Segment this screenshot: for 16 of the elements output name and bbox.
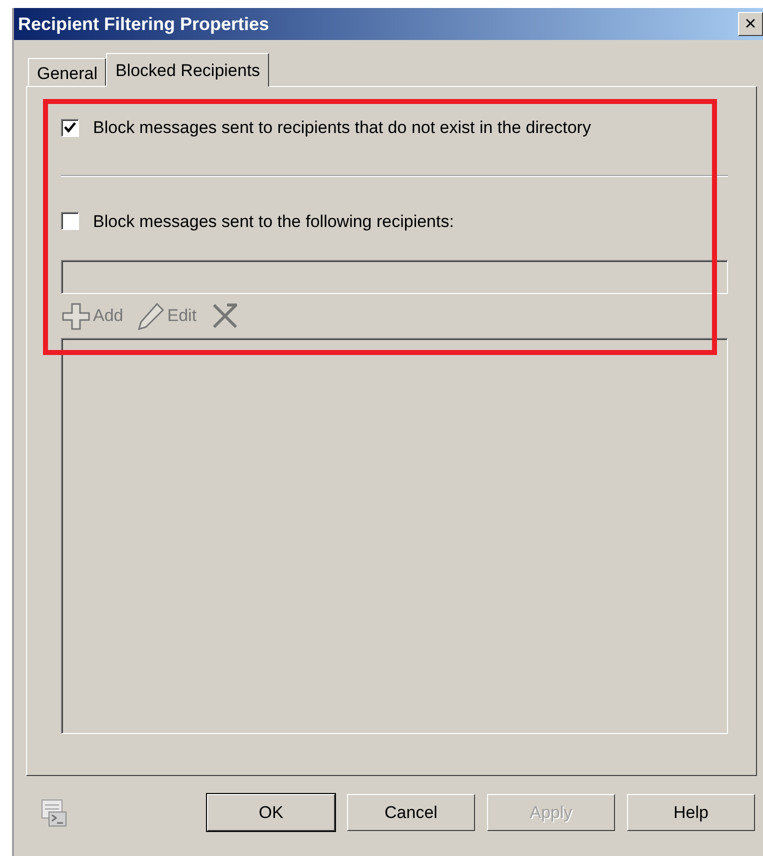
delete-icon xyxy=(210,302,239,330)
window-title: Recipient Filtering Properties xyxy=(18,12,270,36)
recipient-list[interactable] xyxy=(61,338,728,734)
tab[interactable]: General xyxy=(28,58,106,86)
pencil-icon xyxy=(137,302,166,330)
checkbox[interactable] xyxy=(61,212,79,230)
close-button[interactable]: × xyxy=(738,12,763,36)
dialog-button[interactable]: OK xyxy=(207,794,335,831)
dialog-button[interactable]: Cancel xyxy=(347,794,475,831)
dialog-button[interactable]: Help xyxy=(627,794,755,831)
console-window-icon[interactable] xyxy=(40,798,68,828)
checkbox[interactable] xyxy=(61,118,79,137)
tab[interactable]: Blocked Recipients xyxy=(106,53,270,87)
checkbox-label: Block messages sent to recipients that do not exist in the directory xyxy=(93,117,591,139)
checkbox-label: Block messages sent to the following recipients: xyxy=(93,210,454,232)
plus-icon xyxy=(61,302,91,330)
